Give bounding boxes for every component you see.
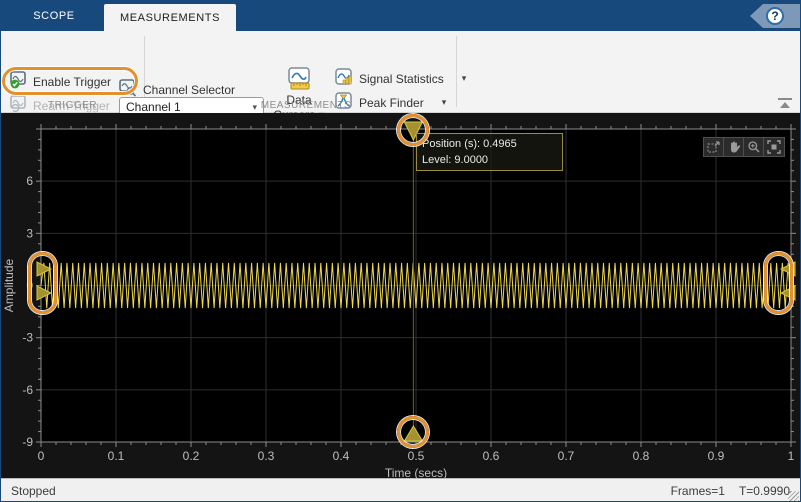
chevron-down-icon: ▾ [442,97,447,108]
fit-to-view-button[interactable] [764,138,784,156]
ribbon-toolstrip: Enable Trigger Rearm Trigger ⚙ [1,31,800,113]
frames-counter: Frames=1 [671,484,725,498]
y-tick-label: 0 [26,279,33,293]
scope-display: 0 0.1 0.2 0.3 0.4 0.5 0.6 0.7 0.8 0.9 1 6 3 0 -3 -6 -9 Ti… [1,113,800,478]
tab-scope[interactable]: SCOPE [11,1,97,31]
scope-window: SCOPE MEASUREMENTS ? Enable Trigger [0,0,801,502]
x-tick-label: 0.2 [183,449,200,463]
signal-statistics-icon [335,68,353,89]
x-tick-label: 0 [38,449,45,463]
y-tick-label: 6 [26,174,33,188]
x-tick-label: 1 [788,449,795,463]
y-tick-label: -6 [22,383,33,397]
chevron-down-icon: ▾ [462,73,467,84]
zoom-region-button[interactable] [704,138,724,156]
enable-trigger-button[interactable]: Enable Trigger [9,71,111,92]
x-tick-label: 0.6 [483,449,500,463]
resize-grip-icon[interactable] [788,491,799,502]
x-tick-label: 0.9 [708,449,725,463]
x-tick-label: 0.5 [408,449,425,463]
data-cursors-button[interactable] [287,67,312,95]
channel-selector-label: Channel Selector [143,83,235,97]
y-axis-title: Amplitude [2,259,16,313]
enable-trigger-label: Enable Trigger [33,75,111,89]
trigger-readout-tooltip: Position (s): 0.4965 Level: 9.0000 [416,133,563,171]
status-text: Stopped [11,484,56,498]
y-tick-label: -9 [22,435,33,449]
section-divider [456,36,457,107]
enable-trigger-icon [9,71,27,92]
collapse-ribbon-button[interactable] [778,98,792,109]
plot-mini-toolbar [703,137,785,157]
pan-hand-button[interactable] [724,138,744,156]
y-tick-label: 3 [26,226,33,240]
x-tick-label: 0.1 [108,449,125,463]
trigger-position-value: Position (s): 0.4965 [422,136,557,152]
tab-bar: SCOPE MEASUREMENTS ? [1,1,800,31]
channel-dropdown-value: Channel 1 [126,100,181,114]
signal-statistics-label: Signal Statistics [359,72,444,86]
x-tick-label: 0.4 [333,449,350,463]
sim-time: T=0.9990 [739,484,790,498]
x-axis-title: Time (secs) [385,466,447,478]
measurements-section-label: MEASUREMENTS [226,100,386,111]
x-tick-label: 0.7 [558,449,575,463]
status-bar: Stopped Frames=1 T=0.9990 [1,478,800,502]
zoom-in-button[interactable] [744,138,764,156]
waveform-plot: 0 0.1 0.2 0.3 0.4 0.5 0.6 0.7 0.8 0.9 1 6 3 0 -3 -6 -9 Ti… [1,113,801,478]
tab-measurements[interactable]: MEASUREMENTS [104,4,236,31]
signal-statistics-button[interactable]: Signal Statistics ▾ [335,68,466,89]
x-tick-label: 0.8 [633,449,650,463]
help-icon: ? [766,7,784,25]
x-tick-label: 0.3 [258,449,275,463]
y-tick-label: -3 [22,331,33,345]
help-button[interactable]: ? [750,4,800,28]
trigger-level-value: Level: 9.0000 [422,152,557,168]
